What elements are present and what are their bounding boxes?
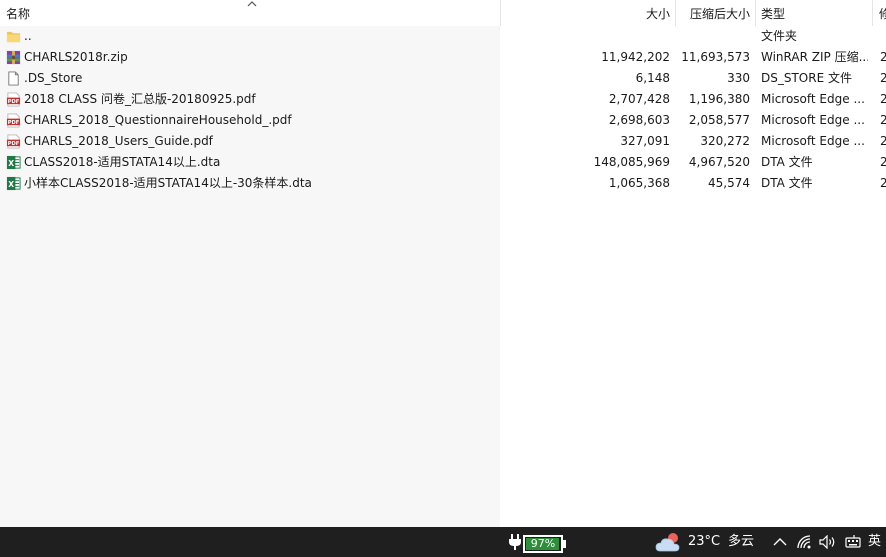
column-divider[interactable] [755, 0, 756, 26]
column-header-size[interactable]: 大小 [500, 0, 670, 26]
file-name: CHARLS2018r.zip [24, 50, 128, 64]
file-type: DS_STORE 文件 [761, 71, 852, 85]
file-name: 小样本CLASS2018-适用STATA14以上-30条样本.dta [24, 176, 312, 190]
file-size: 327,091 [620, 134, 670, 148]
pdf-icon: PDF [6, 92, 21, 107]
file-row[interactable]: X 小样本CLASS2018-适用STATA14以上-30条样本.dta 1,065… [0, 173, 886, 194]
column-header-bar: 名称 大小 压缩后大小 类型 修 [0, 0, 886, 26]
file-compressed-size: 2,058,577 [688, 113, 750, 127]
wifi-icon[interactable] [797, 535, 813, 549]
file-row[interactable]: PDF 2018 CLASS 问卷_汇总版-20180925.pdf 2,707,4… [0, 89, 886, 110]
file-compressed-size: 320,272 [700, 134, 750, 148]
column-divider[interactable] [872, 0, 873, 26]
svg-text:X: X [8, 180, 14, 189]
battery-percent: 97% [530, 537, 556, 550]
pdf-icon: PDF [6, 134, 21, 149]
file-name: .. [24, 29, 32, 43]
weather-label[interactable]: 多云 [728, 527, 754, 557]
input-method-indicator[interactable]: 英 [868, 527, 881, 557]
file-name: CHARLS_2018_Users_Guide.pdf [24, 134, 213, 148]
svg-text:PDF: PDF [8, 99, 20, 105]
excel-icon: X [6, 176, 21, 191]
file-size: 11,942,202 [601, 50, 670, 64]
excel-icon: X [6, 155, 21, 170]
file-name: CHARLS_2018_QuestionnaireHousehold_.pdf [24, 113, 292, 127]
file-modified: 2 [880, 92, 886, 106]
file-row[interactable]: .. 文件夹 [0, 26, 886, 47]
file-type: WinRAR ZIP 压缩... [761, 50, 868, 64]
file-compressed-size: 1,196,380 [688, 92, 750, 106]
winrar-icon [6, 50, 21, 65]
file-name: CLASS2018-适用STATA14以上.dta [24, 155, 221, 169]
file-compressed-size: 4,967,520 [688, 155, 750, 169]
file-row[interactable]: PDF CHARLS_2018_Users_Guide.pdf 327,091 320… [0, 131, 886, 152]
file-compressed-size: 11,693,573 [681, 50, 750, 64]
svg-text:PDF: PDF [8, 120, 20, 126]
file-modified: 2 [880, 134, 886, 148]
taskbar: 97% 23°C 多云 英 [0, 527, 886, 557]
file-type: DTA 文件 [761, 176, 813, 190]
weather-cloudy-icon[interactable] [655, 531, 683, 553]
file-modified: 2 [880, 50, 886, 64]
file-row[interactable]: .DS_Store 6,148 330 DS_STORE 文件 2 [0, 68, 886, 89]
file-size [500, 26, 670, 47]
column-header-modified[interactable]: 修 [879, 0, 886, 26]
file-modified: 2 [880, 176, 886, 190]
file-list: 名称 大小 压缩后大小 类型 修 .. 文件夹 CHARLS2018r.zip 11,… [0, 0, 886, 527]
file-modified: 2 [880, 71, 886, 85]
file-size: 148,085,969 [593, 155, 670, 169]
file-type: DTA 文件 [761, 155, 813, 169]
file-size: 2,698,603 [608, 113, 670, 127]
file-type: 文件夹 [761, 29, 798, 43]
file-compressed-size: 330 [727, 71, 750, 85]
temperature-label[interactable]: 23°C [688, 527, 720, 557]
file-type: Microsoft Edge ... [761, 92, 865, 106]
file-name: 2018 CLASS 问卷_汇总版-20180925.pdf [24, 92, 256, 106]
file-type: Microsoft Edge ... [761, 113, 865, 127]
volume-icon[interactable] [819, 535, 837, 549]
file-row[interactable]: PDF CHARLS_2018_QuestionnaireHousehold_.p… [0, 110, 886, 131]
battery-nub [563, 540, 566, 548]
file-type: Microsoft Edge ... [761, 134, 865, 148]
folder-icon [6, 31, 21, 43]
file-size: 6,148 [635, 71, 670, 85]
chevron-up-icon[interactable] [773, 536, 787, 548]
file-modified [880, 26, 886, 47]
file-compressed-size: 45,574 [708, 176, 750, 190]
battery-indicator[interactable]: 97% [523, 535, 563, 553]
keyboard-input-icon[interactable] [845, 535, 861, 549]
column-header-compressed[interactable]: 压缩后大小 [675, 0, 750, 26]
file-name: .DS_Store [24, 71, 83, 85]
file-row[interactable]: CHARLS2018r.zip 11,942,202 11,693,573 WinRA… [0, 47, 886, 68]
file-compressed-size [675, 26, 750, 47]
file-row[interactable]: X CLASS2018-适用STATA14以上.dta 148,085,969 4,9… [0, 152, 886, 173]
file-size: 2,707,428 [608, 92, 670, 106]
svg-text:X: X [8, 159, 14, 168]
pdf-icon: PDF [6, 113, 21, 128]
file-modified: 2 [880, 113, 886, 127]
power-plug-icon[interactable] [508, 533, 522, 551]
file-icon [8, 71, 19, 86]
sort-ascending-icon [247, 1, 257, 7]
column-header-type[interactable]: 类型 [761, 0, 868, 26]
file-size: 1,065,368 [608, 176, 670, 190]
svg-text:PDF: PDF [8, 141, 20, 147]
file-modified: 2 [880, 155, 886, 169]
